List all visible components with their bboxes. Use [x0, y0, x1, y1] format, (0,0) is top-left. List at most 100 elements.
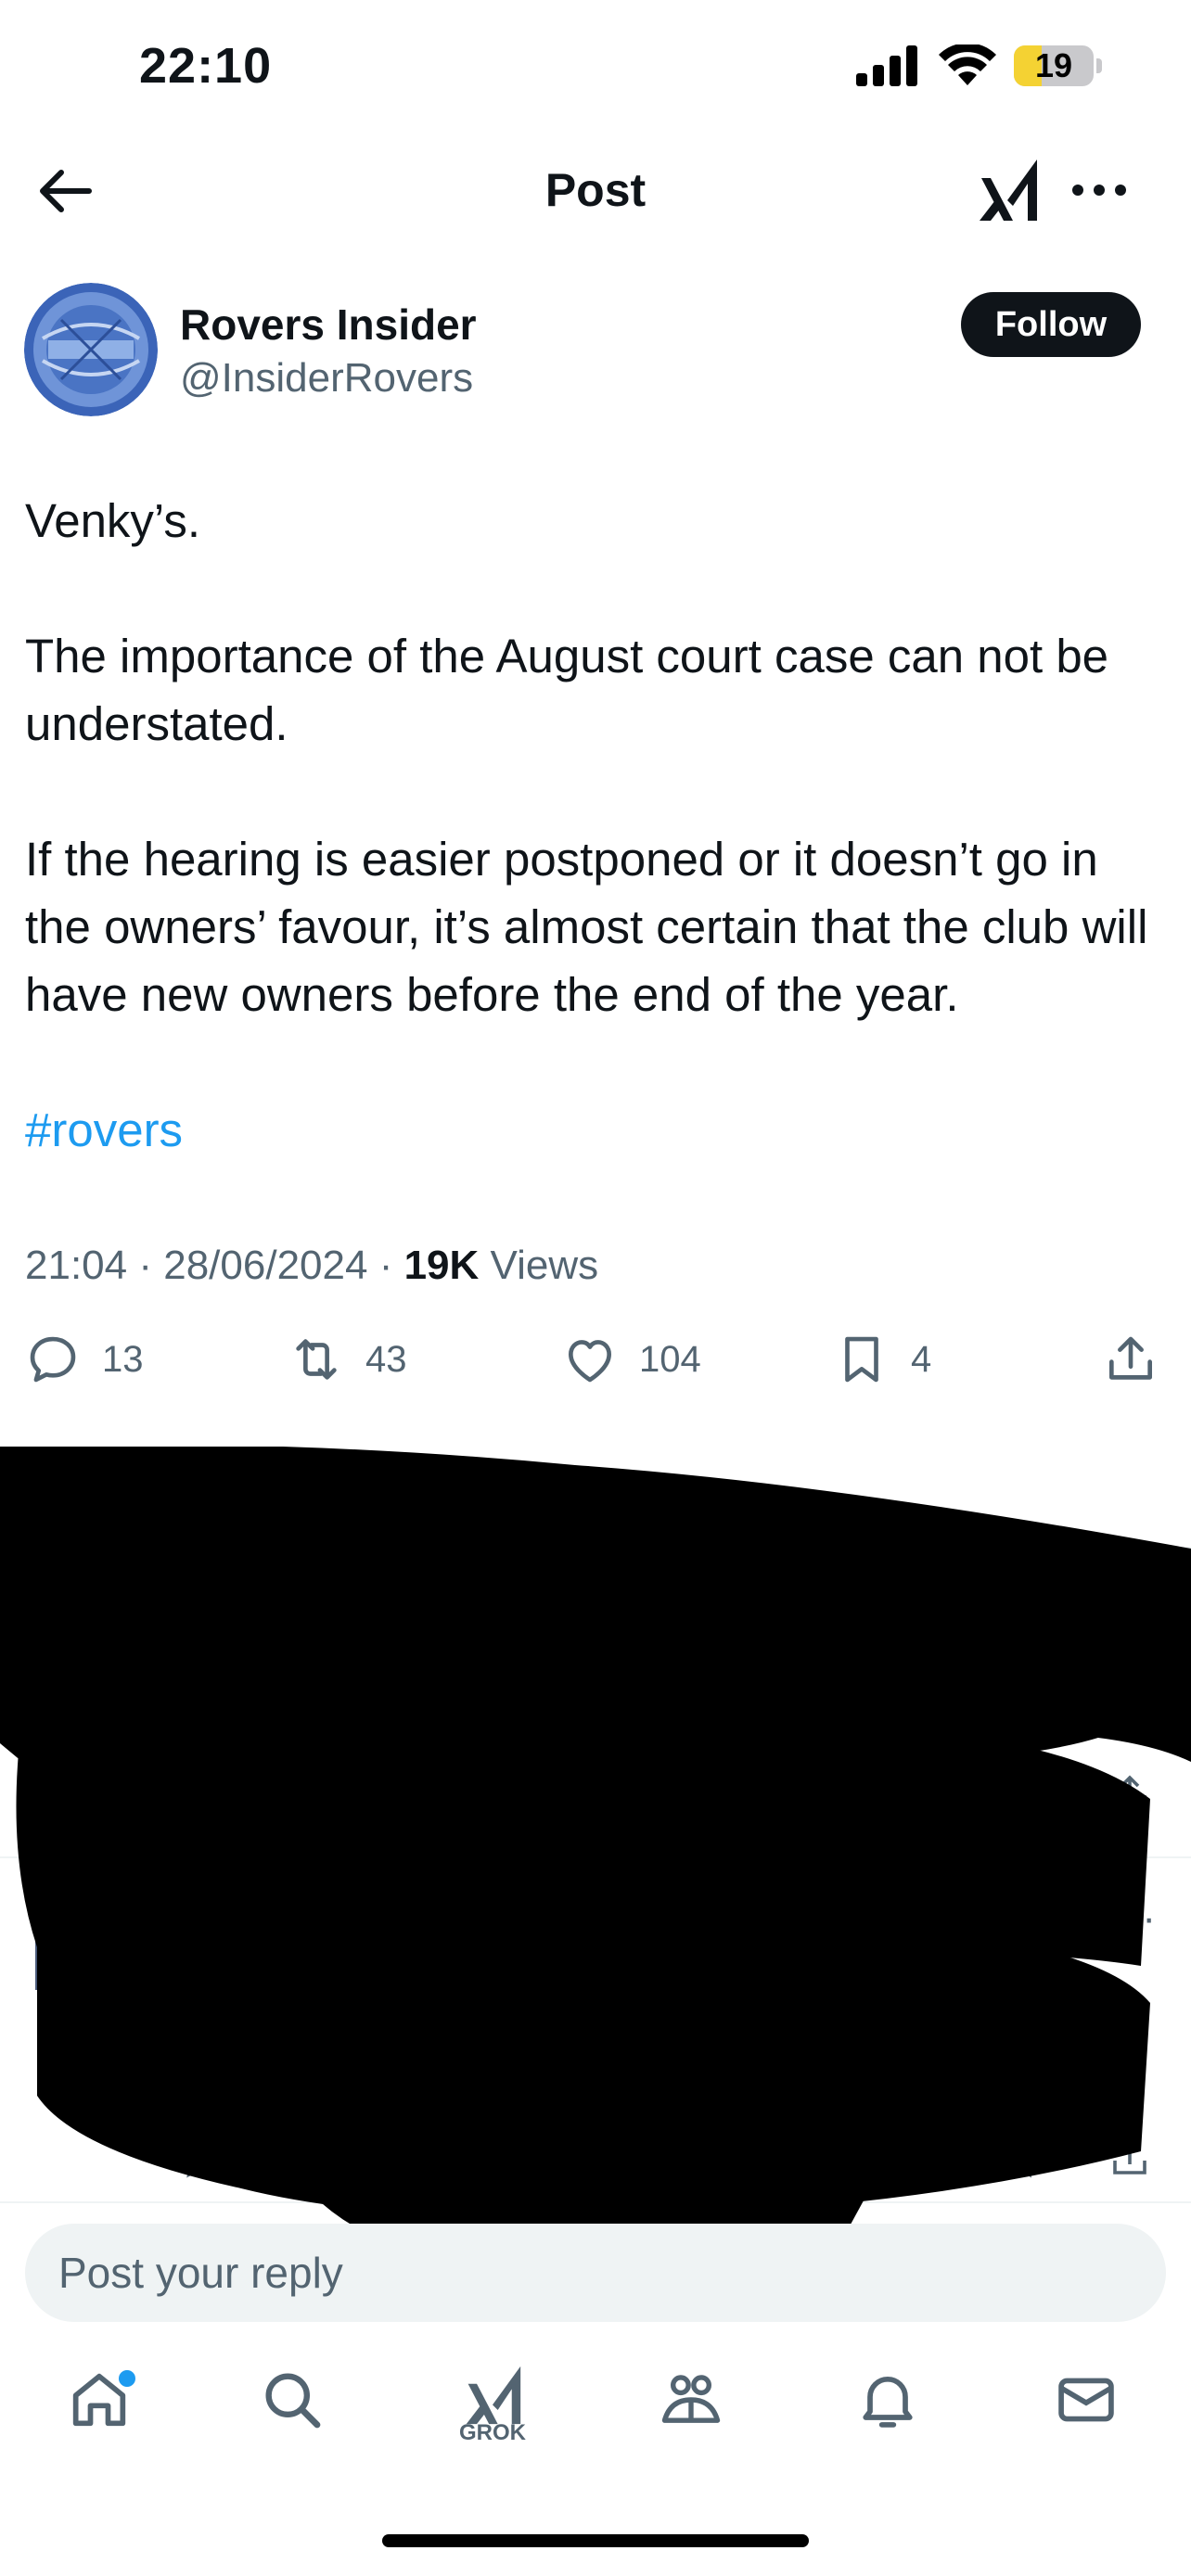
views-icon [809, 1779, 840, 1808]
bookmark-icon [845, 1336, 878, 1383]
author-handle[interactable]: @InsiderRovers [180, 355, 473, 402]
battery-icon: 19 [1014, 45, 1102, 86]
reply-button[interactable]: 13 [24, 1331, 144, 1388]
reply-item[interactable]: chris tattersall @Tattymandu · 30/06/202… [0, 1858, 1191, 2201]
grok-icon[interactable] [976, 158, 1039, 223]
divider [0, 2201, 1191, 2203]
views-count[interactable]: 19K [404, 1243, 480, 1288]
reply-icon [30, 1336, 76, 1383]
reply-date: 09/07/2024 [830, 1577, 1044, 1626]
reply-actions: 253 [180, 2136, 1163, 2192]
tab-home[interactable] [58, 2365, 141, 2448]
reply-count: 13 [102, 1338, 144, 1380]
battery-level: 19 [1034, 46, 1073, 84]
grok-icon [466, 2366, 521, 2425]
reply-actions: 167 [180, 1771, 1163, 1827]
reply-header: chris tattersall @Tattymandu · 30/06/202… [180, 1886, 999, 1936]
reply-icon[interactable] [180, 2136, 224, 2181]
reply-icon[interactable] [180, 1771, 224, 1816]
tab-search[interactable] [250, 2365, 334, 2448]
avatar[interactable] [24, 283, 158, 416]
reply-item[interactable]: Langho Rovers @langhorovers · 09/07/2024… [0, 1549, 1191, 1855]
home-indicator [382, 2534, 809, 2547]
post-paragraph: If the hearing is easier postponed or it… [25, 833, 1148, 1021]
bookmark-icon[interactable] [996, 1771, 1041, 1816]
more-options-icon[interactable]: ··· [1115, 1586, 1156, 1632]
replies-sort-dropdown[interactable]: Most relevant replies ⌄ [25, 1456, 436, 1498]
repost-icon [296, 1339, 337, 1380]
reply-input-placeholder: Post your reply [58, 2249, 343, 2297]
share-icon[interactable] [1108, 2136, 1152, 2181]
bell-icon [863, 2377, 913, 2428]
cellular-signal-icon [856, 45, 917, 86]
share-icon[interactable] [1108, 1771, 1152, 1816]
top-nav: Post [0, 139, 1191, 241]
meta-separator: · [804, 1577, 819, 1626]
tab-communities[interactable] [649, 2365, 733, 2448]
post-paragraph: The importance of the August court case … [25, 630, 1109, 750]
chevron-down-icon: ⌄ [404, 1457, 436, 1498]
status-bar: 22:10 19 [0, 0, 1191, 139]
avatar[interactable] [35, 1923, 147, 1990]
reply-views-count: 253 [857, 2139, 914, 2177]
follow-button[interactable]: Follow [961, 292, 1141, 357]
tab-grok-label: GROK [459, 2420, 526, 2445]
status-time: 22:10 [139, 38, 273, 94]
repost-button[interactable]: 43 [288, 1331, 407, 1388]
bookmark-button[interactable]: 4 [833, 1331, 931, 1388]
heart-icon[interactable] [593, 1771, 637, 1816]
meta-separator: · [759, 1887, 774, 1935]
reply-author-name[interactable]: Langho Rovers [180, 1577, 491, 1626]
post-time: 21:04 [25, 1243, 128, 1288]
author-name[interactable]: Rovers Insider [180, 300, 477, 350]
post-body: Venky’s. The importance of the August co… [25, 487, 1166, 1164]
views-button[interactable]: 253 [801, 2136, 913, 2181]
notification-dot [119, 2370, 135, 2387]
bookmark-icon[interactable] [996, 2136, 1041, 2181]
views-icon [809, 2144, 840, 2174]
status-icons: 19 [856, 45, 1102, 87]
search-icon [265, 2373, 321, 2429]
reply-views-count: 167 [857, 1774, 914, 1812]
like-button[interactable]: 104 [561, 1331, 701, 1388]
mail-icon [1058, 2378, 1114, 2422]
repost-icon[interactable] [384, 2136, 429, 2181]
post-actions: 13 43 104 4 [0, 1331, 1191, 1396]
tab-grok[interactable]: GROK [451, 2365, 534, 2448]
hashtag-link[interactable]: #rovers [25, 1096, 1166, 1164]
meta-separator: · [138, 1243, 152, 1288]
more-options-icon[interactable] [1067, 167, 1132, 213]
avatar[interactable] [24, 1586, 158, 1719]
reply-text: Be careful what we wish for. There are f… [180, 1948, 1093, 2111]
bookmark-count: 4 [911, 1338, 932, 1380]
post-paragraph: Venky’s. [25, 494, 201, 547]
like-count: 104 [639, 1338, 701, 1380]
reply-author-handle[interactable]: @langhorovers [503, 1577, 793, 1626]
replies-sort-label: Most relevant replies [25, 1457, 394, 1498]
wifi-icon [939, 45, 996, 85]
meta-separator: · [378, 1243, 393, 1288]
communities-icon [661, 2375, 721, 2423]
reply-text: Hopefully get an update soon we’re all l… [180, 1639, 1101, 1744]
repost-icon[interactable] [384, 1771, 429, 1816]
bottom-tab-bar: GROK [0, 2355, 1191, 2485]
share-icon [1109, 1336, 1152, 1380]
heart-icon[interactable] [593, 2136, 637, 2181]
repost-count: 43 [365, 1338, 407, 1380]
share-button[interactable] [1102, 1331, 1159, 1388]
more-options-icon[interactable]: ··· [1115, 1895, 1156, 1942]
heart-icon [569, 1340, 611, 1383]
post-date: 28/06/2024 [163, 1243, 368, 1288]
reply-author-name[interactable]: chris tattersall [180, 1887, 471, 1935]
reply-author-handle[interactable]: @Tattymandu [483, 1887, 748, 1935]
tab-messages[interactable] [1044, 2365, 1128, 2448]
reply-input[interactable]: Post your reply [25, 2224, 1166, 2322]
views-label[interactable]: Views [491, 1243, 599, 1288]
post-author: Rovers Insider @InsiderRovers Follow [0, 283, 1191, 422]
views-button[interactable]: 167 [801, 1771, 913, 1816]
reply-date: 30/06/2024 [785, 1887, 999, 1935]
reply-header: Langho Rovers @langhorovers · 09/07/2024 [180, 1576, 1044, 1626]
post-meta: 21:04 · 28/06/2024 · 19K Views [25, 1243, 598, 1289]
tab-notifications[interactable] [846, 2365, 929, 2448]
battery-body: 19 [1014, 45, 1094, 86]
